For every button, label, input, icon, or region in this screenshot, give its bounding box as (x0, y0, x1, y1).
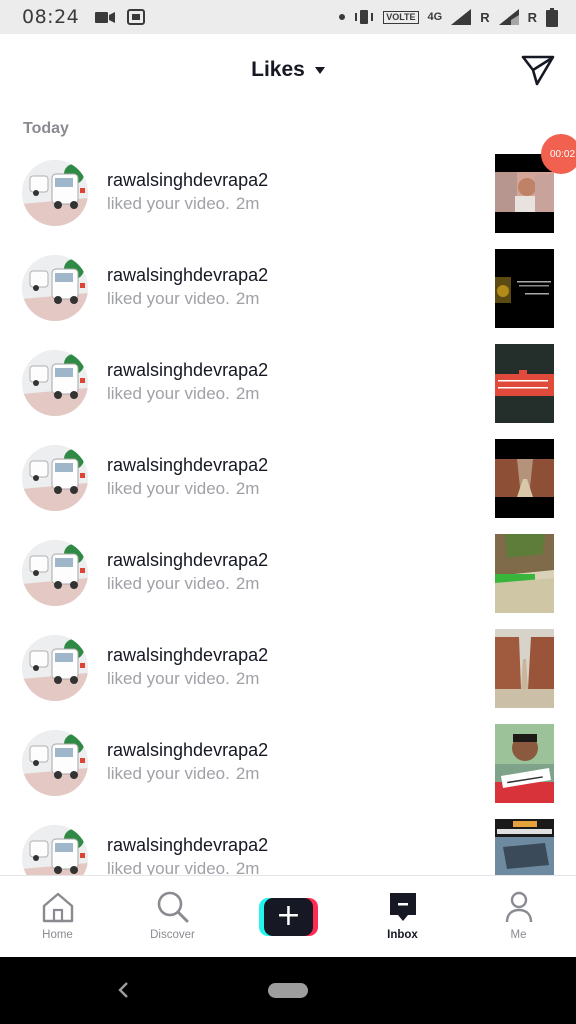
send-message-icon[interactable] (520, 53, 556, 87)
username[interactable]: rawalsinghdevrapa2 (107, 265, 268, 286)
search-icon (157, 891, 188, 923)
timestamp: 2m (235, 479, 260, 498)
timestamp: 2m (235, 669, 260, 688)
notification-text: liked your video. 2m (107, 669, 260, 688)
dot-icon (339, 14, 346, 20)
timestamp: 2m (235, 194, 260, 213)
bottom-navigation: Home Discover + Inbox Me (0, 875, 576, 957)
nav-inbox[interactable]: Inbox (345, 876, 460, 958)
volte-badge: VOLTE (383, 10, 419, 24)
signal-icon-2 (498, 9, 519, 25)
avatar[interactable] (22, 540, 88, 606)
sim2-roaming: R (527, 9, 537, 25)
notification-text: liked your video. 2m (107, 289, 260, 308)
video-thumbnail[interactable] (495, 534, 554, 613)
notification-list[interactable]: rawalsinghdevrapa2 liked your video. 2m r… (0, 146, 576, 875)
home-pill-button[interactable] (268, 983, 308, 998)
username[interactable]: rawalsinghdevrapa2 (107, 740, 268, 761)
notification-row[interactable]: rawalsinghdevrapa2 liked your video. 2m (0, 336, 576, 431)
avatar[interactable] (22, 730, 88, 796)
avatar[interactable] (22, 635, 88, 701)
notification-row[interactable]: rawalsinghdevrapa2 liked your video. 2m (0, 526, 576, 621)
video-thumbnail[interactable] (495, 249, 554, 328)
timestamp: 2m (235, 764, 260, 783)
status-time: 08:24 (22, 6, 80, 28)
notification-text: liked your video. 2m (107, 194, 260, 213)
timestamp: 2m (235, 384, 260, 403)
notification-text: liked your video. 2m (107, 859, 259, 875)
video-thumbnail[interactable] (495, 724, 554, 803)
username[interactable]: rawalsinghdevrapa2 (107, 645, 268, 666)
video-thumbnail[interactable] (495, 439, 554, 518)
nav-discover[interactable]: Discover (115, 876, 230, 958)
notification-row[interactable]: rawalsinghdevrapa2 liked your video. 2m (0, 431, 576, 526)
notification-row[interactable]: rawalsinghdevrapa2 liked your video. 2m (0, 811, 576, 875)
timer-badge[interactable]: 00:02 (541, 134, 576, 174)
battery-icon (546, 7, 558, 27)
inbox-icon (389, 893, 416, 921)
timestamp: 2m (235, 859, 260, 875)
timestamp: 2m (235, 289, 260, 308)
nav-me[interactable]: Me (461, 876, 576, 958)
nav-me-label: Me (510, 929, 527, 941)
avatar[interactable] (22, 825, 88, 875)
notification-text: liked your video. 2m (107, 764, 260, 783)
plus-icon: + (264, 898, 313, 936)
username[interactable]: rawalsinghdevrapa2 (107, 550, 268, 571)
avatar[interactable] (22, 255, 88, 321)
back-icon[interactable] (116, 979, 130, 1001)
username[interactable]: rawalsinghdevrapa2 (107, 170, 268, 191)
notification-text: liked your video. 2m (107, 574, 260, 593)
video-thumbnail[interactable] (495, 629, 554, 708)
vibrate-icon (355, 10, 374, 24)
notification-text: liked your video. 2m (107, 384, 260, 403)
sim1-roaming: R (480, 9, 490, 25)
timestamp: 2m (235, 574, 260, 593)
caret-down-icon (314, 66, 325, 74)
notification-row[interactable]: rawalsinghdevrapa2 liked your video. 2m (0, 621, 576, 716)
create-video-button[interactable]: + (259, 898, 318, 936)
notification-row[interactable]: rawalsinghdevrapa2 liked your video. 2m (0, 241, 576, 336)
avatar[interactable] (22, 160, 88, 226)
photo-icon (127, 9, 146, 25)
video-thumbnail[interactable] (495, 819, 554, 875)
signal-icon (451, 9, 472, 25)
avatar[interactable] (22, 445, 88, 511)
network-type: 4G (427, 11, 443, 23)
video-thumbnail[interactable] (495, 344, 554, 423)
video-camera-icon (95, 11, 116, 23)
likes-filter-dropdown[interactable]: Likes (251, 58, 325, 82)
profile-icon (505, 891, 532, 923)
nav-discover-label: Discover (150, 929, 195, 941)
avatar[interactable] (22, 350, 88, 416)
username[interactable]: rawalsinghdevrapa2 (107, 455, 268, 476)
header: Likes (0, 34, 576, 106)
nav-home-label: Home (42, 929, 73, 941)
section-label-today: Today (23, 120, 69, 137)
nav-inbox-label: Inbox (387, 929, 418, 941)
username[interactable]: rawalsinghdevrapa2 (107, 360, 268, 381)
system-navigation-bar (0, 957, 576, 1024)
home-icon (42, 892, 73, 923)
nav-home[interactable]: Home (0, 876, 115, 958)
page-title: Likes (251, 58, 305, 81)
notification-text: liked your video. 2m (107, 479, 260, 498)
notification-row[interactable]: rawalsinghdevrapa2 liked your video. 2m (0, 716, 576, 811)
username[interactable]: rawalsinghdevrapa2 (107, 835, 268, 856)
status-bar: 08:24 VOLTE 4G R R (0, 0, 576, 34)
notification-row[interactable]: rawalsinghdevrapa2 liked your video. 2m (0, 146, 576, 241)
